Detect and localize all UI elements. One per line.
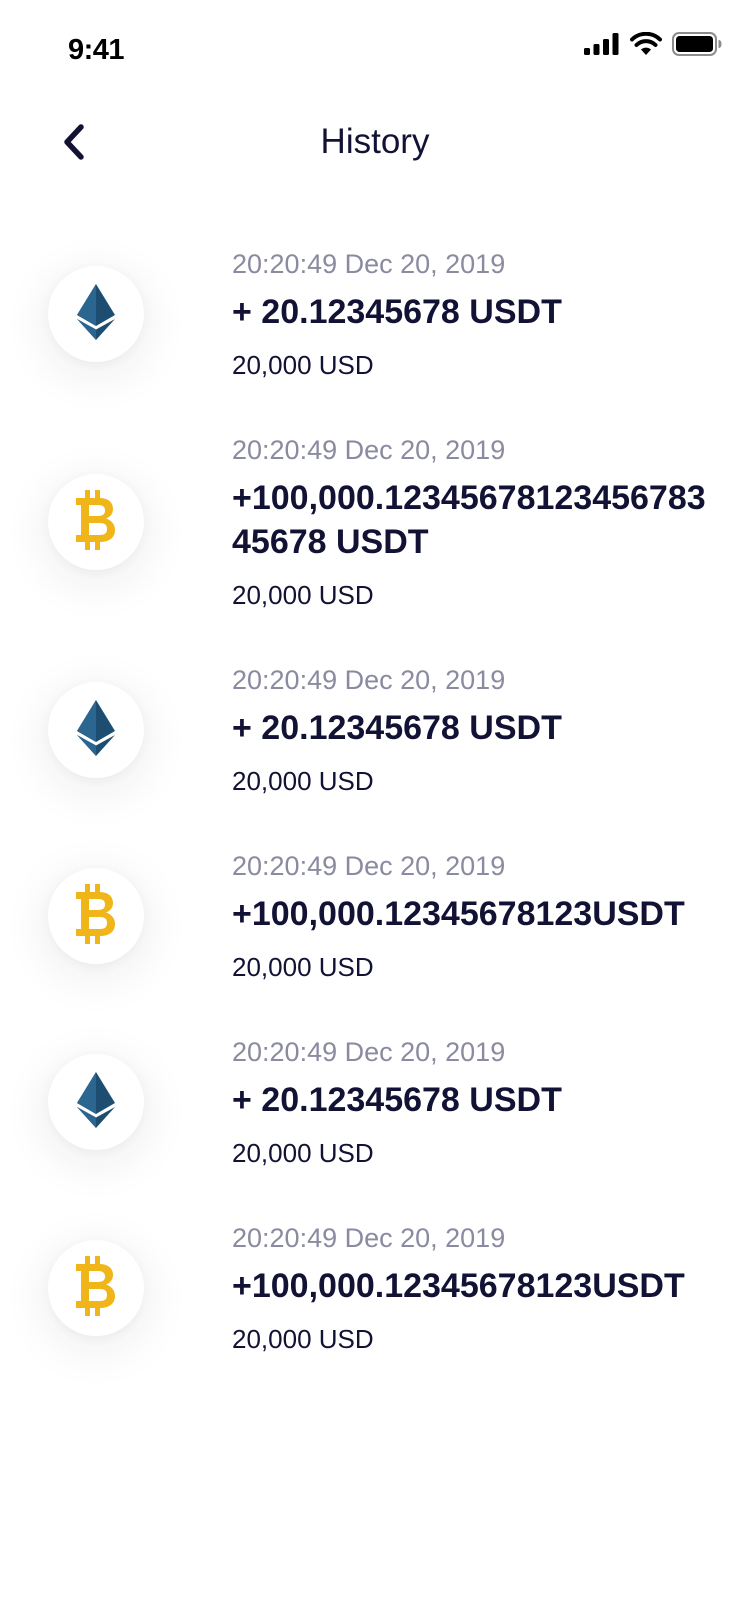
transaction-fiat-value: 20,000 USD <box>232 1324 374 1354</box>
nav-bar: History <box>0 96 750 192</box>
page-title: History <box>320 122 430 161</box>
transaction-amount: +100,000.12345678123USDT <box>232 895 685 933</box>
transaction-amount: + 20.12345678 USDT <box>232 293 562 331</box>
transaction-time: 20:20:49 Dec 20, 2019 <box>232 249 506 279</box>
ethereum-icon <box>76 699 116 761</box>
coin-avatar <box>48 474 144 570</box>
transaction-amount: +100,000.1234567812345678345678 USDT <box>232 479 706 561</box>
bitcoin-icon <box>75 489 117 555</box>
history-item-text: 20:20:49 Dec 20, 2019 + 20.12345678 USDT… <box>232 246 562 382</box>
transaction-time: 20:20:49 Dec 20, 2019 <box>232 665 506 695</box>
transaction-amount: + 20.12345678 USDT <box>232 1081 562 1119</box>
history-item-text: 20:20:49 Dec 20, 2019 +100,000.123456781… <box>232 432 710 612</box>
coin-avatar <box>48 868 144 964</box>
coin-avatar <box>48 682 144 778</box>
status-time: 9:41 <box>68 34 125 66</box>
transaction-fiat-value: 20,000 USD <box>232 1138 374 1168</box>
transaction-time: 20:20:49 Dec 20, 2019 <box>232 1223 506 1253</box>
history-item-text: 20:20:49 Dec 20, 2019 + 20.12345678 USDT… <box>232 1034 562 1170</box>
transaction-fiat-value: 20,000 USD <box>232 952 374 982</box>
battery-icon <box>672 32 722 61</box>
transaction-time: 20:20:49 Dec 20, 2019 <box>232 1037 506 1067</box>
wifi-icon <box>630 31 662 61</box>
status-bar: 9:41 <box>0 0 750 96</box>
transaction-time: 20:20:49 Dec 20, 2019 <box>232 435 506 465</box>
ethereum-icon <box>76 1071 116 1133</box>
history-item[interactable]: 20:20:49 Dec 20, 2019 +100,000.123456781… <box>0 848 750 984</box>
transaction-amount: + 20.12345678 USDT <box>232 709 562 747</box>
history-item[interactable]: 20:20:49 Dec 20, 2019 +100,000.123456781… <box>0 432 750 612</box>
bitcoin-icon <box>75 883 117 949</box>
coin-avatar <box>48 1240 144 1336</box>
bitcoin-icon <box>75 1255 117 1321</box>
history-item-text: 20:20:49 Dec 20, 2019 +100,000.123456781… <box>232 1220 685 1356</box>
history-item[interactable]: 20:20:49 Dec 20, 2019 + 20.12345678 USDT… <box>0 662 750 798</box>
history-item[interactable]: 20:20:49 Dec 20, 2019 + 20.12345678 USDT… <box>0 1034 750 1170</box>
transaction-fiat-value: 20,000 USD <box>232 580 374 610</box>
coin-avatar <box>48 266 144 362</box>
history-item[interactable]: 20:20:49 Dec 20, 2019 + 20.12345678 USDT… <box>0 246 750 382</box>
cellular-signal-icon <box>584 33 620 60</box>
coin-avatar <box>48 1054 144 1150</box>
history-item[interactable]: 20:20:49 Dec 20, 2019 +100,000.123456781… <box>0 1220 750 1356</box>
history-item-text: 20:20:49 Dec 20, 2019 +100,000.123456781… <box>232 848 685 984</box>
transaction-fiat-value: 20,000 USD <box>232 766 374 796</box>
transaction-amount: +100,000.12345678123USDT <box>232 1267 685 1305</box>
history-item-text: 20:20:49 Dec 20, 2019 + 20.12345678 USDT… <box>232 662 562 798</box>
ethereum-icon <box>76 283 116 345</box>
transaction-time: 20:20:49 Dec 20, 2019 <box>232 851 506 881</box>
status-icons <box>584 31 722 61</box>
history-list[interactable]: 20:20:49 Dec 20, 2019 + 20.12345678 USDT… <box>0 246 750 1406</box>
transaction-fiat-value: 20,000 USD <box>232 350 374 380</box>
